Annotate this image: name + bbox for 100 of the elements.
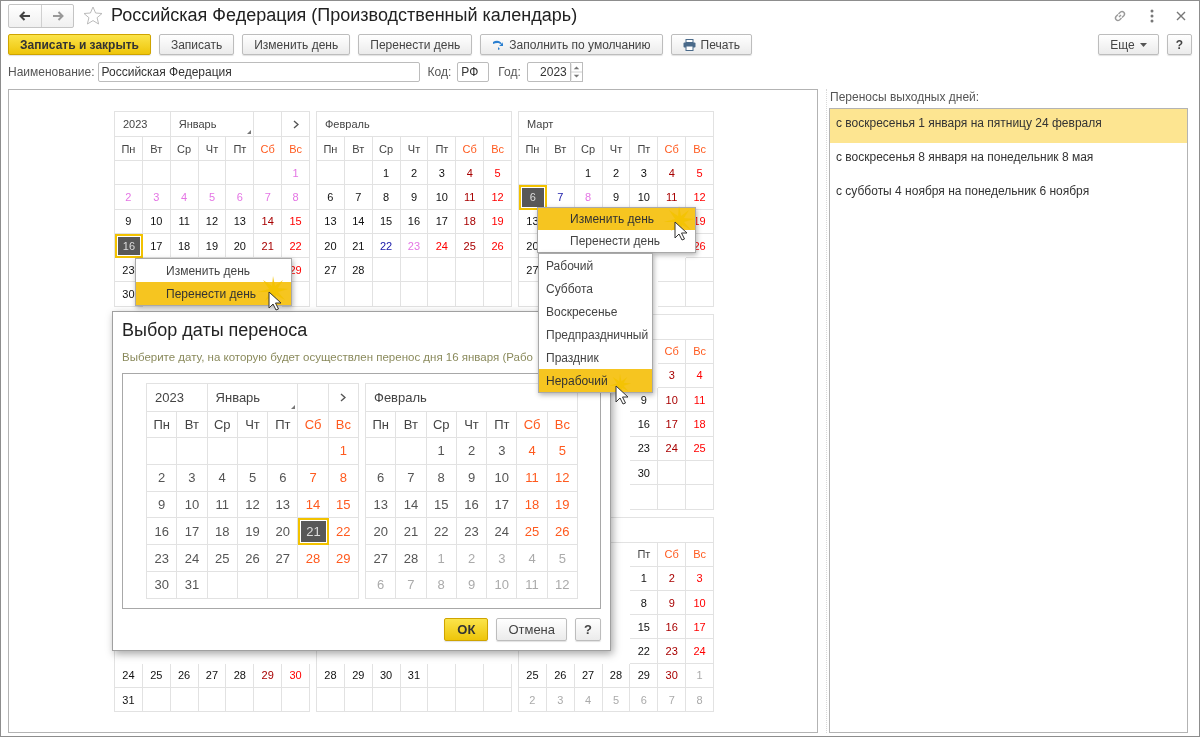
day-cell[interactable]: 9	[658, 590, 687, 616]
day-cell[interactable]: 25	[686, 436, 714, 461]
day-cell[interactable]: 1	[372, 161, 401, 186]
day-cell[interactable]: 8	[630, 590, 659, 616]
day-cell[interactable]: 3	[487, 438, 518, 465]
ok-button[interactable]: ОК	[444, 618, 489, 641]
day-cell[interactable]: 3	[686, 566, 714, 591]
day-cell[interactable]: 9	[456, 464, 488, 492]
day-cell[interactable]: 16	[115, 233, 143, 259]
day-cell[interactable]: 30	[282, 663, 310, 689]
day-cell[interactable]: 30	[658, 663, 687, 689]
day-cell[interactable]: 14	[396, 491, 427, 519]
day-cell[interactable]: 12	[237, 491, 269, 519]
day-cell[interactable]: 24	[658, 436, 687, 461]
day-cell[interactable]: 31	[177, 572, 208, 599]
name-field[interactable]: Российская Федерация	[97, 62, 420, 82]
day-cell[interactable]: 10	[686, 590, 714, 616]
day-cell[interactable]: 4	[456, 161, 485, 186]
day-cell[interactable]: 22	[426, 518, 457, 546]
day-cell[interactable]: 15	[630, 615, 659, 640]
next-month-button[interactable]	[328, 384, 359, 412]
month-select[interactable]: Январь	[207, 384, 299, 412]
day-cell[interactable]: 13	[366, 491, 397, 519]
list-item[interactable]: с субботы 4 ноября на понедельник 6 ноября	[830, 177, 1187, 211]
day-cell[interactable]: 17	[686, 615, 714, 640]
day-cell[interactable]: 21	[298, 518, 329, 546]
day-cell[interactable]: 30	[147, 572, 178, 599]
day-cell[interactable]: 21	[344, 233, 373, 259]
day-cell[interactable]: 11	[456, 185, 485, 210]
list-item[interactable]: с воскресенья 1 января на пятницу 24 февраля	[830, 109, 1187, 143]
day-cell[interactable]: 28	[344, 258, 373, 283]
day-cell[interactable]: 16	[456, 491, 488, 519]
more-button[interactable]: Еще	[1098, 34, 1159, 55]
day-cell[interactable]: 31	[115, 688, 143, 713]
day-cell[interactable]: 20	[366, 518, 397, 546]
day-cell[interactable]: 22	[372, 233, 401, 259]
day-cell[interactable]: 27	[366, 545, 397, 572]
day-cell[interactable]: 25	[142, 663, 171, 689]
toolbar-button[interactable]: Записать	[158, 34, 235, 55]
day-cell[interactable]: 13	[268, 491, 299, 519]
day-cell[interactable]: 1	[574, 161, 603, 186]
day-cell[interactable]: 28	[396, 545, 427, 572]
day-cell[interactable]: 24	[686, 639, 714, 664]
day-cell[interactable]: 3	[630, 161, 659, 186]
year-field[interactable]: 2023	[115, 112, 171, 137]
day-cell[interactable]: 24	[115, 663, 143, 689]
spinner-icon[interactable]	[570, 62, 583, 82]
day-cell[interactable]: 10	[177, 491, 208, 519]
day-cell[interactable]: 29	[254, 663, 283, 689]
day-cell[interactable]: 13	[317, 209, 345, 234]
toolbar-button[interactable]: Заполнить по умолчанию	[480, 34, 663, 55]
day-cell[interactable]: 2	[658, 566, 687, 591]
day-cell[interactable]: 27	[574, 663, 603, 689]
day-cell[interactable]: 13	[226, 209, 255, 234]
day-cell[interactable]: 10	[658, 388, 687, 413]
day-cell[interactable]: 6	[519, 185, 547, 210]
day-cell[interactable]: 10	[428, 185, 457, 210]
day-cell[interactable]: 26	[546, 663, 575, 689]
day-cell[interactable]: 26	[170, 663, 199, 689]
day-cell[interactable]: 17	[658, 412, 687, 437]
day-cell[interactable]: 18	[456, 209, 485, 234]
day-cell[interactable]: 23	[456, 518, 488, 546]
day-cell[interactable]: 4	[658, 161, 687, 186]
day-cell[interactable]: 6	[366, 464, 397, 492]
day-cell[interactable]: 24	[487, 518, 518, 546]
day-cell[interactable]: 18	[207, 518, 238, 546]
toolbar-button[interactable]: Записать и закрыть	[8, 34, 151, 55]
day-cell[interactable]: 2	[456, 438, 488, 465]
day-cell[interactable]: 28	[317, 663, 345, 689]
day-cell[interactable]: 27	[317, 258, 345, 283]
day-cell[interactable]: 17	[487, 491, 518, 519]
day-cell[interactable]: 23	[658, 639, 687, 664]
day-cell[interactable]: 14	[344, 209, 373, 234]
day-cell[interactable]: 30	[372, 663, 401, 689]
menu-item[interactable]: Праздник	[539, 346, 652, 369]
day-cell[interactable]: 11	[207, 491, 238, 519]
day-cell[interactable]: 25	[519, 663, 547, 689]
day-cell[interactable]: 4	[686, 363, 714, 389]
cancel-button[interactable]: Отмена	[496, 618, 568, 641]
day-cell[interactable]: 25	[207, 545, 238, 572]
day-cell[interactable]: 11	[686, 388, 714, 413]
menu-item[interactable]: Воскресенье	[539, 300, 652, 323]
day-cell[interactable]: 17	[177, 518, 208, 546]
list-item[interactable]: с воскресенья 8 января на понедельник 8 мая	[830, 143, 1187, 177]
year-field[interactable]: 2023	[147, 384, 208, 412]
day-cell[interactable]: 24	[177, 545, 208, 572]
day-cell[interactable]: 14	[254, 209, 283, 234]
day-cell[interactable]: 9	[115, 209, 143, 234]
day-cell[interactable]: 16	[630, 412, 659, 437]
day-cell[interactable]: 26	[237, 545, 269, 572]
day-cell[interactable]: 5	[686, 161, 714, 186]
day-cell[interactable]: 5	[237, 464, 269, 492]
day-cell[interactable]: 3	[428, 161, 457, 186]
day-cell[interactable]: 3	[658, 363, 687, 389]
year-field[interactable]: 2023	[526, 62, 571, 82]
close-icon[interactable]	[1176, 10, 1186, 21]
day-cell[interactable]: 30	[630, 460, 659, 486]
day-cell[interactable]: 6	[317, 185, 345, 210]
day-cell[interactable]: 15	[426, 491, 457, 519]
day-cell[interactable]: 7	[396, 464, 427, 492]
